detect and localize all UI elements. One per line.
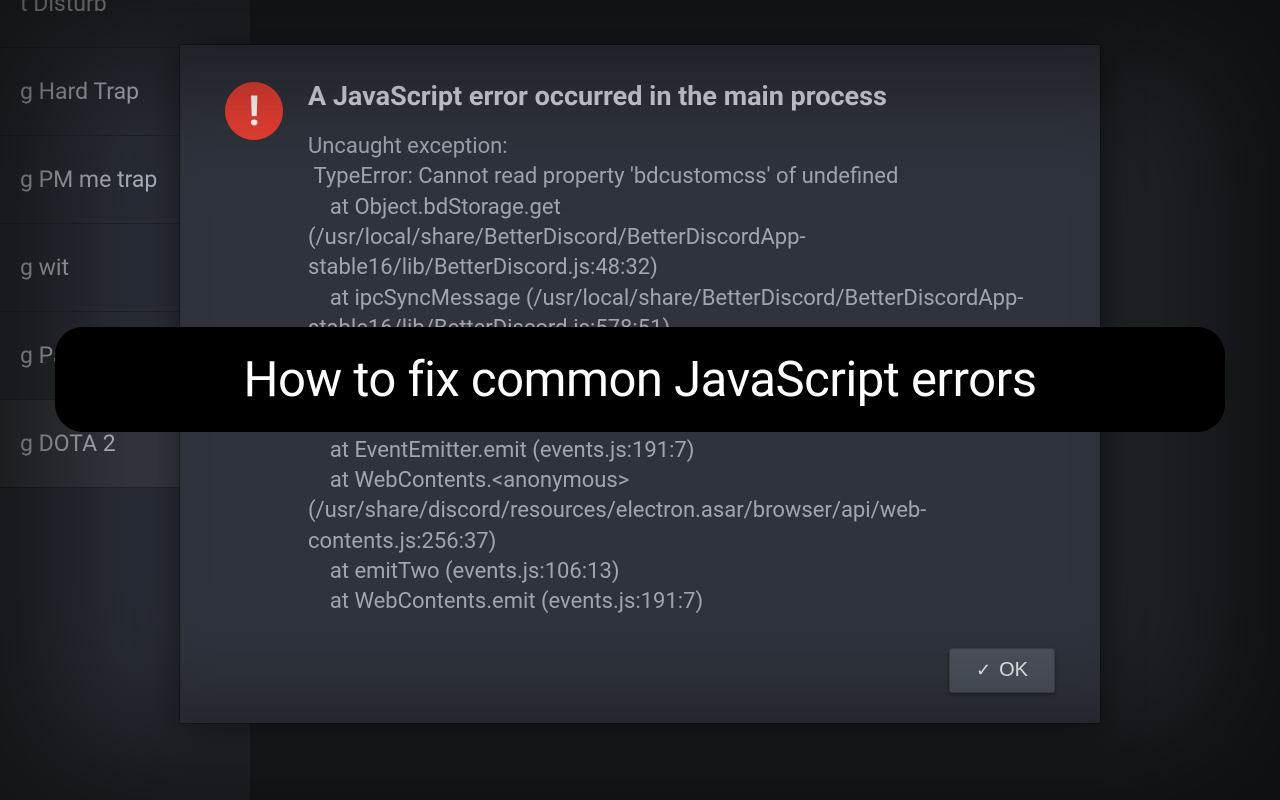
check-icon: ✓ (976, 660, 991, 681)
dialog-title: A JavaScript error occurred in the main … (308, 80, 1055, 112)
error-icon: ! (225, 82, 283, 140)
ok-button[interactable]: ✓ OK (949, 648, 1055, 693)
ok-button-label: OK (999, 659, 1028, 682)
overlay-banner: How to fix common JavaScript errors (55, 327, 1225, 432)
channel-item[interactable]: t Disturb (0, 0, 250, 48)
dialog-footer: ✓ OK (225, 648, 1055, 693)
